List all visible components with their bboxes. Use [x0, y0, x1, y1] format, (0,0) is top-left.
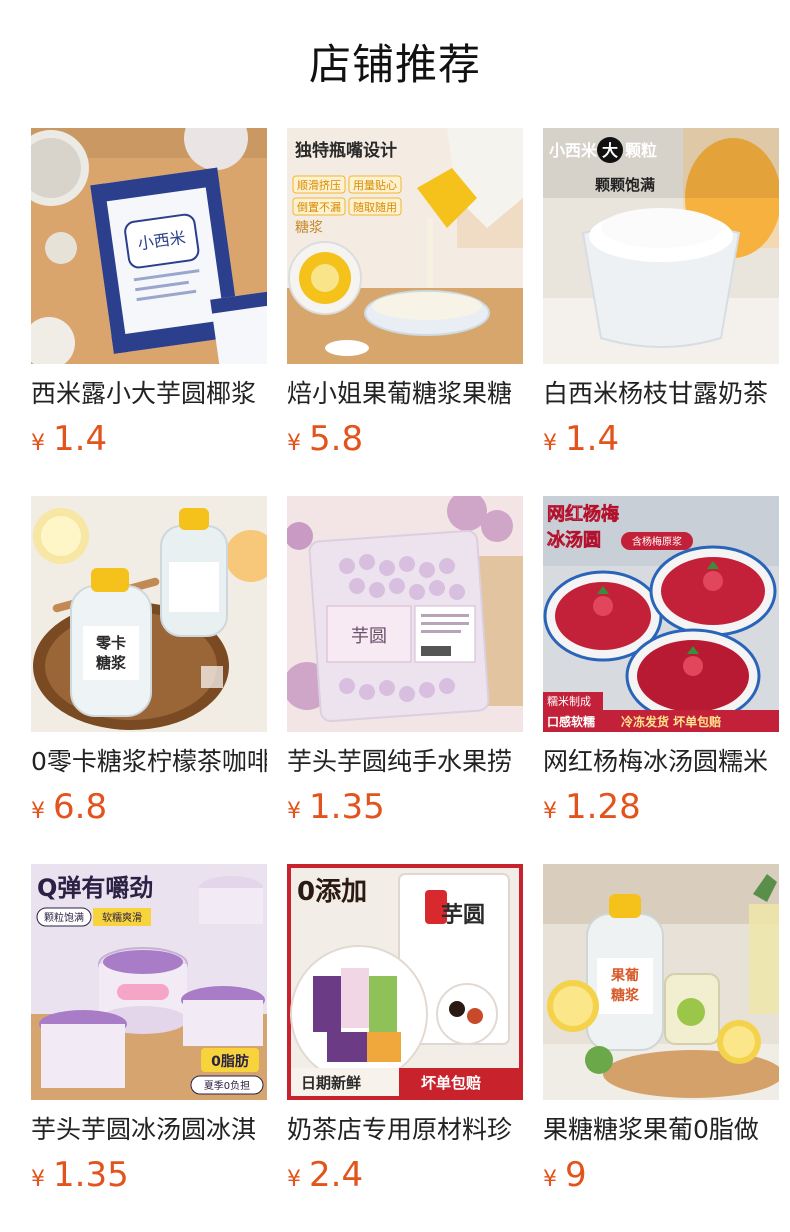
image-headline: 大: [602, 141, 618, 160]
product-price: ¥1.35: [31, 1153, 129, 1197]
currency-symbol: ¥: [543, 799, 557, 824]
currency-symbol: ¥: [31, 799, 45, 824]
product-image[interactable]: 零卡 糖浆: [31, 496, 267, 732]
currency-symbol: ¥: [287, 1167, 301, 1192]
image-headline: 颗粒: [625, 141, 657, 160]
product-price: ¥1.35: [287, 785, 385, 829]
product-image[interactable]: 独特瓶嘴设计 顺滑挤压 用量贴心 倒置不漏 随取随用 糖浆: [287, 128, 523, 364]
currency-symbol: ¥: [31, 431, 45, 456]
product-image[interactable]: 芋圆: [287, 496, 523, 732]
product-card[interactable]: 芋圆 芋头芋圆纯手水果捞 ¥1.35: [287, 496, 523, 846]
product-card[interactable]: 芋圆 0添加 日期新鲜 坏单包赔 奶茶店专用原材料珍 ¥ 2.4: [287, 864, 523, 1214]
product-price: ¥6.8: [31, 785, 107, 829]
image-label: 零卡: [95, 634, 126, 652]
image-foot: 口感软糯: [547, 714, 595, 729]
product-image[interactable]: 果葡 糖浆: [543, 864, 779, 1100]
product-name[interactable]: 芋头芋圆纯手水果捞: [287, 744, 523, 780]
product-name[interactable]: 果糖糖浆果葡0脂做: [543, 1112, 779, 1148]
product-card[interactable]: 网红杨梅 冰汤圆 含杨梅原浆 糯米制成 口感软糯 冷冻发货 坏单包赔 网红杨梅冰…: [543, 496, 779, 846]
image-headline: 0添加: [297, 877, 367, 907]
currency-symbol: ¥: [287, 799, 301, 824]
svg-text:糖浆: 糖浆: [611, 987, 640, 1004]
image-headline: 小西米: [549, 141, 598, 160]
product-price: ¥1.4: [31, 417, 107, 461]
image-subheadline: 颗颗饱满: [595, 176, 655, 194]
product-card[interactable]: 果葡 糖浆 果糖糖浆果葡0脂做 ¥9: [543, 864, 779, 1214]
svg-text:糖浆: 糖浆: [96, 654, 127, 672]
image-foot: 坏单包赔: [421, 1074, 481, 1092]
product-card[interactable]: 小西米 大 颗粒 颗颗饱满 白西米杨枝甘露奶茶 ¥1.4: [543, 128, 779, 478]
price-value: 1.35: [309, 787, 385, 827]
image-tag: 软糯爽滑: [102, 911, 142, 924]
image-label: 糖浆: [295, 220, 323, 236]
image-tag: 随取随用: [353, 200, 397, 214]
price-value: 6.8: [53, 787, 108, 827]
product-name[interactable]: 焙小姐果葡糖浆果糖: [287, 376, 523, 412]
image-foot: 冷冻发货 坏单包赔: [621, 714, 721, 729]
currency-symbol: ¥: [543, 1167, 557, 1192]
product-image[interactable]: 芋圆 0添加 日期新鲜 坏单包赔: [287, 864, 523, 1100]
product-card[interactable]: 零卡 糖浆 0零卡糖浆柠檬茶咖啡 ¥6.8: [31, 496, 267, 846]
currency-symbol: ¥: [287, 431, 301, 456]
image-tag: 倒置不漏: [297, 201, 341, 214]
product-image[interactable]: Q弹有嚼劲 颗粒饱满 软糯爽滑 0脂肪 夏季0负担: [31, 864, 267, 1100]
price-value: 9: [565, 1155, 587, 1195]
price-value: 1.35: [53, 1155, 129, 1195]
image-headline: 网红杨梅: [547, 503, 619, 525]
image-tag: 顺滑挤压: [297, 178, 341, 192]
page-title: 店铺推荐: [308, 40, 481, 89]
image-tag: 含杨梅原浆: [632, 535, 682, 548]
currency-symbol: ¥: [543, 431, 557, 456]
product-image[interactable]: 网红杨梅 冰汤圆 含杨梅原浆 糯米制成 口感软糯 冷冻发货 坏单包赔: [543, 496, 779, 732]
product-card[interactable]: 独特瓶嘴设计 顺滑挤压 用量贴心 倒置不漏 随取随用 糖浆 焙小姐果葡糖浆果糖 …: [287, 128, 523, 478]
price-value: 1.4: [565, 419, 620, 459]
price-value: 2.4: [309, 1155, 364, 1195]
product-name[interactable]: 0零卡糖浆柠檬茶咖啡: [31, 744, 267, 780]
image-label: 芋圆: [441, 902, 485, 928]
product-price: ¥1.28: [543, 785, 641, 829]
product-name[interactable]: 奶茶店专用原材料珍: [287, 1112, 523, 1148]
image-tag: 颗粒饱满: [44, 911, 84, 924]
image-sub: 夏季0负担: [204, 1079, 250, 1092]
product-name[interactable]: 西米露小大芋圆椰浆: [31, 376, 267, 412]
image-headline: 独特瓶嘴设计: [295, 140, 397, 161]
product-card[interactable]: 小西米 西米露小大芋圆椰浆 ¥1.4: [31, 128, 267, 478]
currency-symbol: ¥: [31, 1167, 45, 1192]
image-tag: 用量贴心: [353, 178, 397, 192]
store-recommendations-page: 店铺推荐 小西米 西米露小大芋圆椰浆 ¥ 1.4 独特瓶嘴设计 顺滑挤压 用量贴…: [0, 0, 790, 1232]
product-image[interactable]: 小西米 大 颗粒 颗颗饱满: [543, 128, 779, 364]
image-badge: 0脂肪: [211, 1053, 249, 1070]
image-foot: 糯米制成: [547, 694, 591, 708]
price-value: 1.4: [53, 419, 108, 459]
product-name[interactable]: 白西米杨枝甘露奶茶: [543, 376, 779, 412]
product-image[interactable]: 小西米: [31, 128, 267, 364]
price-value: 1.28: [565, 787, 641, 827]
image-label: 芋圆: [351, 626, 387, 647]
product-name[interactable]: 芋头芋圆冰汤圆冰淇: [31, 1112, 267, 1148]
product-price: ¥5.8: [287, 417, 363, 461]
image-label: 果葡: [610, 967, 639, 984]
product-card[interactable]: Q弹有嚼劲 颗粒饱满 软糯爽滑 0脂肪 夏季0负担 芋头芋圆冰汤圆冰淇 ¥1.3…: [31, 864, 267, 1214]
image-foot: 日期新鲜: [301, 1074, 361, 1092]
product-price: ¥1.4: [543, 417, 619, 461]
product-price: ¥2.4: [287, 1153, 363, 1197]
product-price: ¥9: [543, 1153, 587, 1197]
image-headline: Q弹有嚼劲: [37, 874, 153, 902]
image-headline: 冰汤圆: [547, 529, 601, 551]
product-name[interactable]: 网红杨梅冰汤圆糯米: [543, 744, 779, 780]
price-value: 5.8: [309, 419, 364, 459]
